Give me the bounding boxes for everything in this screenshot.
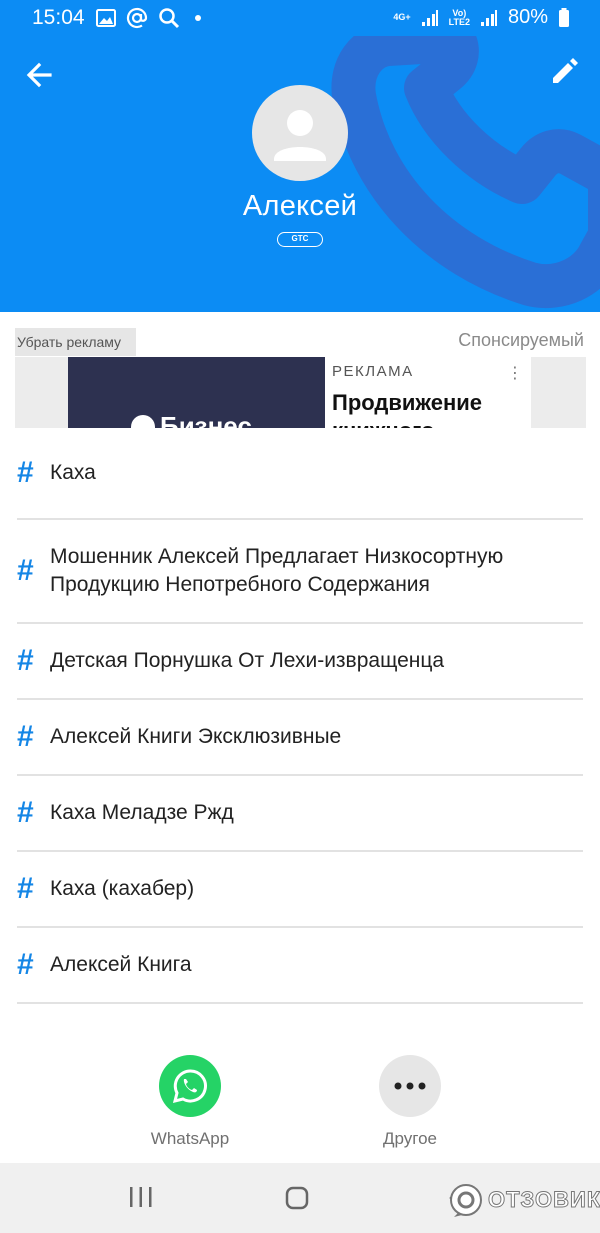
list-item[interactable]: # Каха Меладзе Ржд — [17, 776, 583, 852]
tag-text: Каха Меладзе Ржд — [50, 801, 234, 824]
avatar — [252, 85, 348, 181]
ad-banner[interactable]: Бизнес РЕКЛАМА ⋮ Продвижение книжного — [15, 357, 586, 428]
list-item[interactable]: # Алексей Книги Эксклюзивные — [17, 700, 583, 776]
sponsored-label: Спонсируемый — [458, 330, 584, 350]
tag-list: # Каха # Мошенник Алексей Предлагает Низ… — [0, 428, 600, 1030]
hashtag-icon: # — [17, 796, 34, 829]
edit-button[interactable] — [548, 54, 582, 88]
watermark: ОТЗОВИК — [448, 1182, 600, 1218]
hashtag-icon: # — [17, 554, 34, 587]
status-right: 4G+ Vo) LTE2 80% — [393, 6, 570, 29]
ad-title: Продвижение книжного — [332, 390, 483, 428]
more-icon — [394, 1082, 426, 1090]
hashtag-icon: # — [17, 456, 34, 489]
carrier-badge: GTC — [277, 232, 323, 247]
ad-image[interactable]: Бизнес — [68, 357, 325, 428]
ad-area: Убрать рекламу Спонсируемый Бизнес РЕКЛА… — [0, 312, 600, 428]
at-sign-icon — [126, 7, 148, 29]
list-item[interactable]: # Детская Порнушка От Лехи-извращенца — [17, 624, 583, 700]
back-button[interactable] — [22, 58, 56, 92]
tag-text: Мошенник Алексей Предлагает Низкосортную… — [50, 545, 504, 596]
tag-text: Алексей Книги Эксклюзивные — [50, 725, 342, 748]
hashtag-icon: # — [17, 644, 34, 677]
gallery-icon — [96, 9, 116, 27]
hashtag-icon: # — [17, 720, 34, 753]
list-item[interactable]: # Каха (кахабер) — [17, 852, 583, 928]
ad-text-box[interactable]: РЕКЛАМА ⋮ Продвижение книжного — [325, 357, 531, 428]
home-icon[interactable] — [284, 1185, 310, 1211]
status-time: 15:04 — [32, 6, 85, 29]
battery-icon — [559, 7, 569, 27]
ad-label: РЕКЛАМА — [332, 363, 414, 380]
tag-text: Детская Порнушка От Лехи-извращенца — [50, 649, 445, 672]
list-item[interactable]: # Каха — [17, 428, 583, 520]
hashtag-icon: # — [17, 948, 34, 981]
contact-header: Алексей GTC — [0, 36, 600, 312]
other-button[interactable] — [379, 1055, 441, 1117]
action-bar: WhatsApp Другое — [0, 1030, 600, 1163]
list-item[interactable]: # Алексей Книга — [17, 928, 583, 1004]
status-bar: 15:04 4G+ Vo) LTE2 80% — [0, 0, 600, 36]
search-icon — [159, 8, 180, 29]
whatsapp-label: WhatsApp — [150, 1129, 230, 1148]
watermark-text: ОТЗОВИК — [487, 1187, 600, 1213]
volte-bottom: LTE2 — [448, 16, 470, 27]
list-item[interactable]: # Мошенник Алексей Предлагает Низкосортн… — [17, 520, 583, 624]
signal-icon-2 — [480, 9, 497, 26]
signal-icon — [421, 9, 438, 26]
tag-text: Каха (кахабер) — [50, 877, 195, 900]
yandex-logo-icon — [131, 415, 155, 428]
remove-ad-button[interactable]: Убрать рекламу — [15, 328, 136, 356]
tag-text: Каха — [50, 461, 96, 484]
whatsapp-icon — [172, 1069, 207, 1104]
whatsapp-action[interactable]: WhatsApp — [130, 1055, 250, 1149]
hashtag-icon: # — [17, 872, 34, 905]
other-action[interactable]: Другое — [350, 1055, 470, 1149]
person-icon — [274, 110, 326, 161]
tag-text: Алексей Книга — [50, 953, 192, 976]
ad-image-text: Бизнес — [160, 411, 252, 428]
other-label: Другое — [382, 1129, 437, 1148]
contact-name: Алексей — [242, 190, 358, 222]
ad-menu-icon[interactable]: ⋮ — [507, 363, 523, 383]
recent-apps-icon[interactable] — [128, 1185, 154, 1209]
network-type: 4G+ — [393, 12, 411, 22]
notification-icons — [96, 7, 206, 29]
whatsapp-button[interactable] — [159, 1055, 221, 1117]
otzovik-logo-icon — [450, 1184, 482, 1217]
battery-percent: 80% — [507, 6, 548, 28]
volte-indicator: Vo) LTE2 — [448, 8, 470, 27]
dot-icon — [195, 15, 201, 21]
